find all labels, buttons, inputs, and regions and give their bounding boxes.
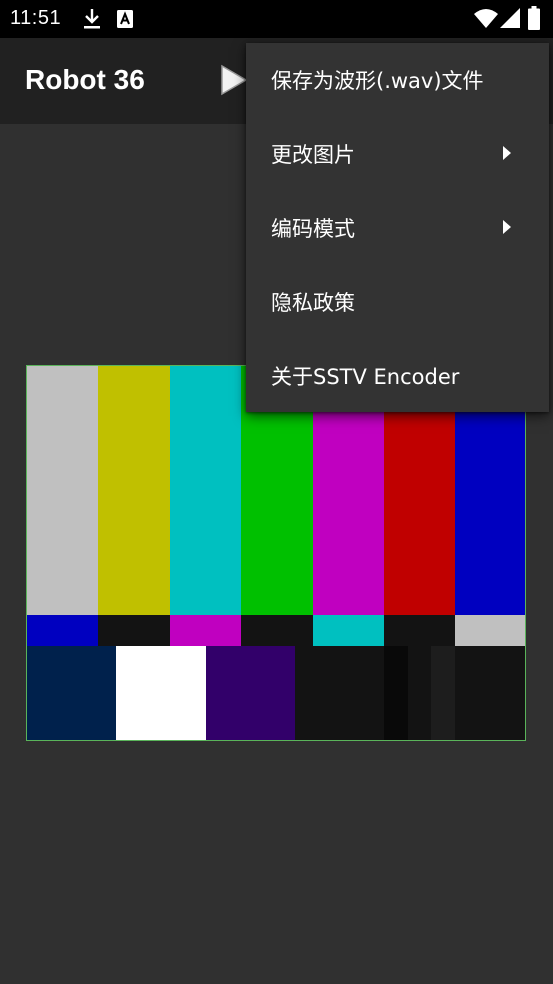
- menu-item-encoding-mode[interactable]: 编码模式: [246, 191, 549, 265]
- castellation-magenta: [170, 615, 241, 646]
- menu-item-label: 隐私政策: [271, 291, 355, 315]
- menu-item-change-image[interactable]: 更改图片: [246, 117, 549, 191]
- pluge-black: [455, 646, 525, 740]
- menu-item-privacy-policy[interactable]: 隐私政策: [246, 265, 549, 339]
- castellation-cyan: [313, 615, 384, 646]
- signal-icon: [500, 8, 520, 32]
- status-bar: 11:51: [0, 0, 553, 38]
- castellation-black: [98, 615, 170, 646]
- battery-icon: [528, 6, 540, 34]
- pluge-white: [116, 646, 206, 740]
- castellation-blue: [27, 615, 98, 646]
- color-bar-gray: [27, 366, 98, 615]
- color-bar-cyan: [170, 366, 241, 615]
- pluge-black: [408, 646, 431, 740]
- menu-item-about[interactable]: 关于SSTV Encoder: [246, 339, 549, 413]
- submenu-arrow-icon: [503, 220, 511, 234]
- test-pattern-image: [26, 365, 526, 741]
- color-bar-yellow: [98, 366, 170, 615]
- text-a-icon: [117, 10, 133, 32]
- pluge-navy: [27, 646, 116, 740]
- menu-item-label: 保存为波形(.wav)文件: [271, 69, 484, 93]
- pluge-darker: [384, 646, 408, 740]
- menu-item-label: 更改图片: [271, 143, 355, 167]
- status-time: 11:51: [10, 7, 62, 29]
- download-icon: [83, 8, 101, 34]
- pluge-black: [295, 646, 384, 740]
- submenu-arrow-icon: [503, 146, 511, 160]
- app-title: Robot 36: [25, 64, 145, 95]
- menu-item-label: 关于SSTV Encoder: [271, 365, 460, 389]
- castellation-black: [384, 615, 455, 646]
- castellation-black: [241, 615, 313, 646]
- menu-item-save-wav[interactable]: 保存为波形(.wav)文件: [246, 43, 549, 117]
- wifi-icon: [474, 8, 498, 32]
- pluge-purple: [206, 646, 295, 740]
- menu-item-label: 编码模式: [271, 217, 355, 241]
- pluge-lighter: [431, 646, 455, 740]
- castellation-gray: [455, 615, 525, 646]
- overflow-menu: 保存为波形(.wav)文件 更改图片 编码模式 隐私政策 关于SSTV Enco…: [246, 43, 549, 412]
